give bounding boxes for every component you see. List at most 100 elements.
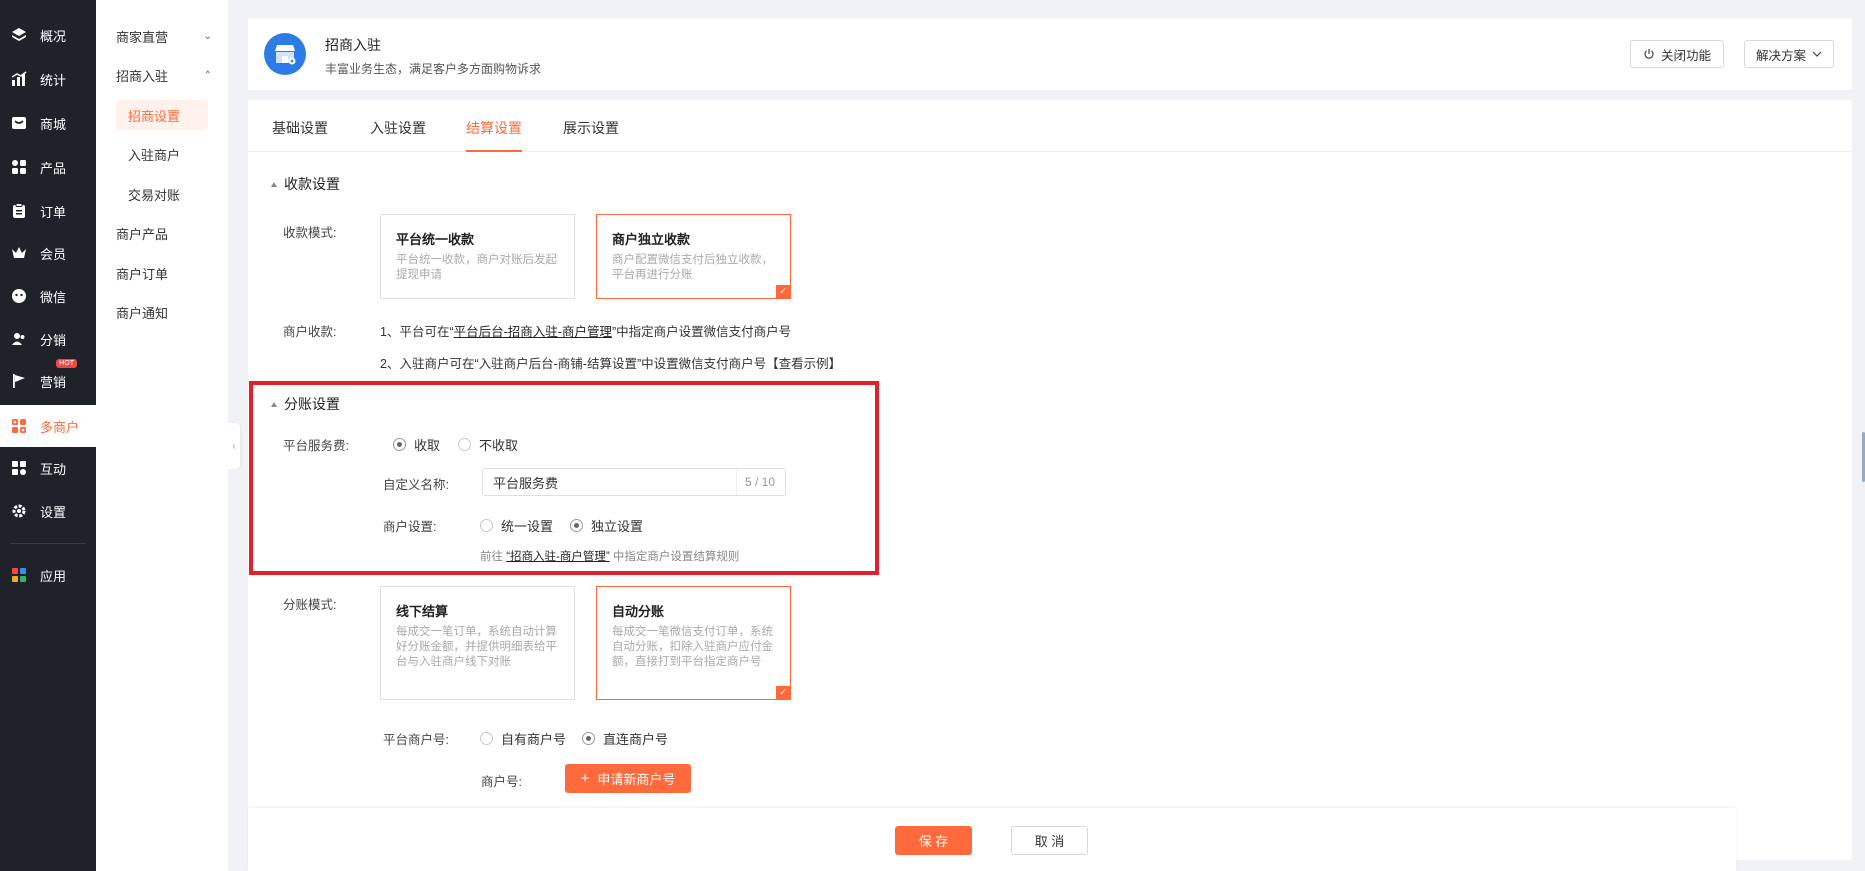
chart-icon — [10, 70, 28, 88]
nav-label: 概况 — [40, 28, 67, 44]
solution-dropdown[interactable]: 解决方案 — [1744, 40, 1834, 68]
nav-item-wechat[interactable]: 微信 — [0, 276, 96, 316]
radio-collect-fee[interactable]: 收取 — [393, 435, 440, 454]
subnav-merchant-notices[interactable]: 商户通知 — [116, 299, 212, 325]
subnav-entered-merchants[interactable]: 入驻商户 — [116, 139, 208, 169]
nav-label: 互动 — [40, 461, 67, 477]
check-icon: ✓ — [776, 686, 790, 699]
radio-label: 独立设置 — [591, 519, 644, 534]
nav-item-multi-merchant[interactable]: 多商户 — [0, 405, 96, 447]
option-card-platform-collect[interactable]: 平台统一收款 平台统一收款，商户对账后发起提现申请 — [380, 214, 575, 299]
nav-item-interaction[interactable]: 互动 — [0, 448, 96, 488]
subnav-label: 入驻商户 — [128, 147, 181, 163]
close-feature-button[interactable]: 关闭功能 — [1630, 40, 1724, 68]
nav-label: 设置 — [40, 504, 67, 520]
nav-label: 统计 — [40, 72, 67, 88]
text-part: 前往 — [480, 551, 503, 563]
nav-label: 分销 — [40, 332, 67, 348]
store-icon — [10, 114, 28, 132]
char-count: 5 / 10 — [744, 475, 775, 489]
subnav-direct-store[interactable]: 商家直营 ⌄ — [116, 23, 212, 49]
nav-item-settings[interactable]: 设置 — [0, 491, 96, 531]
apply-mch-button[interactable]: + 申请新商户号 — [565, 764, 691, 793]
subnav-entry-settings[interactable]: 招商设置 — [116, 100, 208, 130]
nav-label: 微信 — [40, 289, 67, 305]
subnav-merchant-products[interactable]: 商户产品 — [116, 220, 212, 246]
users-icon — [10, 330, 28, 348]
radio-label: 自有商户号 — [501, 732, 567, 747]
power-icon — [1643, 48, 1655, 60]
collection-instruction-2: 2、入驻商户可在“入驻商户后台-商铺-结算设置”中设置微信支付商户号【查看示例】 — [380, 357, 842, 371]
text-part: ”中指定商户设置微信支付商户号 — [611, 325, 792, 339]
merchant-management-link[interactable]: 平台后台-招商入驻-商户管理 — [454, 325, 612, 339]
option-card-merchant-collect[interactable]: 商户独立收款 商户配置微信支付后独立收款，平台再进行分账 ✓ — [596, 214, 791, 299]
subnav-label: 招商设置 — [128, 108, 181, 124]
input-divider — [736, 469, 737, 495]
sub-sidebar: 商家直营 ⌄ 招商入驻 ⌃ 招商设置 入驻商户 交易对账 商户产品 商户订单 商… — [96, 0, 228, 871]
custom-name-label: 自定义名称: — [383, 478, 449, 492]
nav-item-overview[interactable]: 概况 — [0, 15, 96, 55]
radio-unified-setting[interactable]: 统一设置 — [480, 516, 553, 535]
subnav-label: 商家直营 — [116, 29, 169, 45]
nav-item-distribution[interactable]: 分销 — [0, 319, 96, 359]
crown-icon — [10, 244, 28, 262]
nav-item-members[interactable]: 会员 — [0, 233, 96, 273]
subnav-label: 商户订单 — [116, 266, 169, 282]
nav-label: 多商户 — [40, 419, 80, 435]
radio-dot — [480, 519, 493, 532]
save-button[interactable]: 保 存 — [895, 826, 972, 855]
grid-icon — [10, 158, 28, 176]
option-desc: 商户配置微信支付后独立收款，平台再进行分账 — [612, 254, 773, 281]
nav-label: 营销 — [40, 374, 67, 390]
caret-icon — [271, 401, 277, 407]
nav-item-marketing[interactable]: 营销 HOT — [0, 359, 96, 401]
chevron-left-icon: ‹ — [232, 440, 236, 452]
merchant-setting-hint: 前往 “招商入驻-商户管理” 中指定商户设置结算规则 — [480, 548, 739, 564]
text-part: 中指定商户设置结算规则 — [612, 551, 740, 563]
radio-dot — [480, 732, 493, 745]
nav-item-apps[interactable]: 应用 — [0, 555, 96, 595]
collapse-sidebar-handle[interactable]: ‹ — [228, 423, 240, 469]
nav-item-stats[interactable]: 统计 — [0, 59, 96, 99]
tab-entry-settings[interactable]: 入驻设置 — [370, 118, 426, 152]
shop-icon — [264, 33, 306, 75]
nav-item-orders[interactable]: 订单 — [0, 191, 96, 231]
hot-badge: HOT — [56, 359, 78, 368]
subnav-merchant-orders[interactable]: 商户订单 — [116, 260, 212, 286]
interact-icon — [10, 459, 28, 477]
subnav-label: 招商入驻 — [116, 68, 169, 84]
close-feature-label: 关闭功能 — [1660, 48, 1711, 63]
collection-mode-label: 收款模式: — [283, 226, 337, 240]
option-card-offline-settlement[interactable]: 线下结算 每成交一笔订单，系统自动计算好分账金额，并提供明细表给平台与入驻商户线… — [380, 586, 575, 700]
nav-item-products[interactable]: 产品 — [0, 147, 96, 187]
radio-independent-setting[interactable]: 独立设置 — [570, 516, 643, 535]
merchant-management-link[interactable]: “招商入驻-商户管理” — [506, 551, 610, 563]
option-title: 自动分账 — [612, 604, 665, 619]
option-desc: 每成交一笔订单，系统自动计算好分账金额，并提供明细表给平台与入驻商户线下对账 — [396, 626, 557, 668]
tab-settlement-settings[interactable]: 结算设置 — [466, 118, 522, 152]
section-title-text: 收款设置 — [284, 176, 340, 192]
clipboard-icon — [10, 202, 28, 220]
custom-name-field[interactable]: 5 / 10 — [482, 468, 786, 496]
merchant-setting-label: 商户设置: — [383, 520, 437, 534]
nav-item-mall[interactable]: 商城 — [0, 103, 96, 143]
subnav-merchant-entry[interactable]: 招商入驻 ⌃ — [116, 62, 212, 88]
radio-own-mch[interactable]: 自有商户号 — [480, 729, 566, 748]
cancel-button[interactable]: 取 消 — [1011, 826, 1088, 855]
chevron-down-icon: ⌄ — [203, 30, 212, 42]
tab-basic-settings[interactable]: 基础设置 — [272, 118, 328, 152]
radio-label: 不收取 — [479, 438, 519, 453]
merchant-collection-label: 商户收款: — [283, 325, 337, 339]
service-fee-label: 平台服务费: — [283, 439, 349, 453]
option-title: 线下结算 — [396, 604, 449, 619]
tab-display-settings[interactable]: 展示设置 — [563, 118, 619, 152]
option-card-auto-split[interactable]: 自动分账 每成交一笔微信支付订单，系统自动分账，扣除入驻商户应付金额，直接打到平… — [596, 586, 791, 700]
nav-label: 会员 — [40, 246, 67, 262]
custom-name-input[interactable] — [493, 473, 713, 491]
settings-tabs: 基础设置 入驻设置 结算设置 展示设置 — [248, 100, 1852, 152]
radio-no-fee[interactable]: 不收取 — [458, 435, 518, 454]
subnav-label: 交易对账 — [128, 187, 181, 203]
flag-icon — [10, 372, 28, 390]
radio-direct-mch[interactable]: 直连商户号 — [582, 729, 668, 748]
subnav-reconciliation[interactable]: 交易对账 — [116, 179, 208, 209]
